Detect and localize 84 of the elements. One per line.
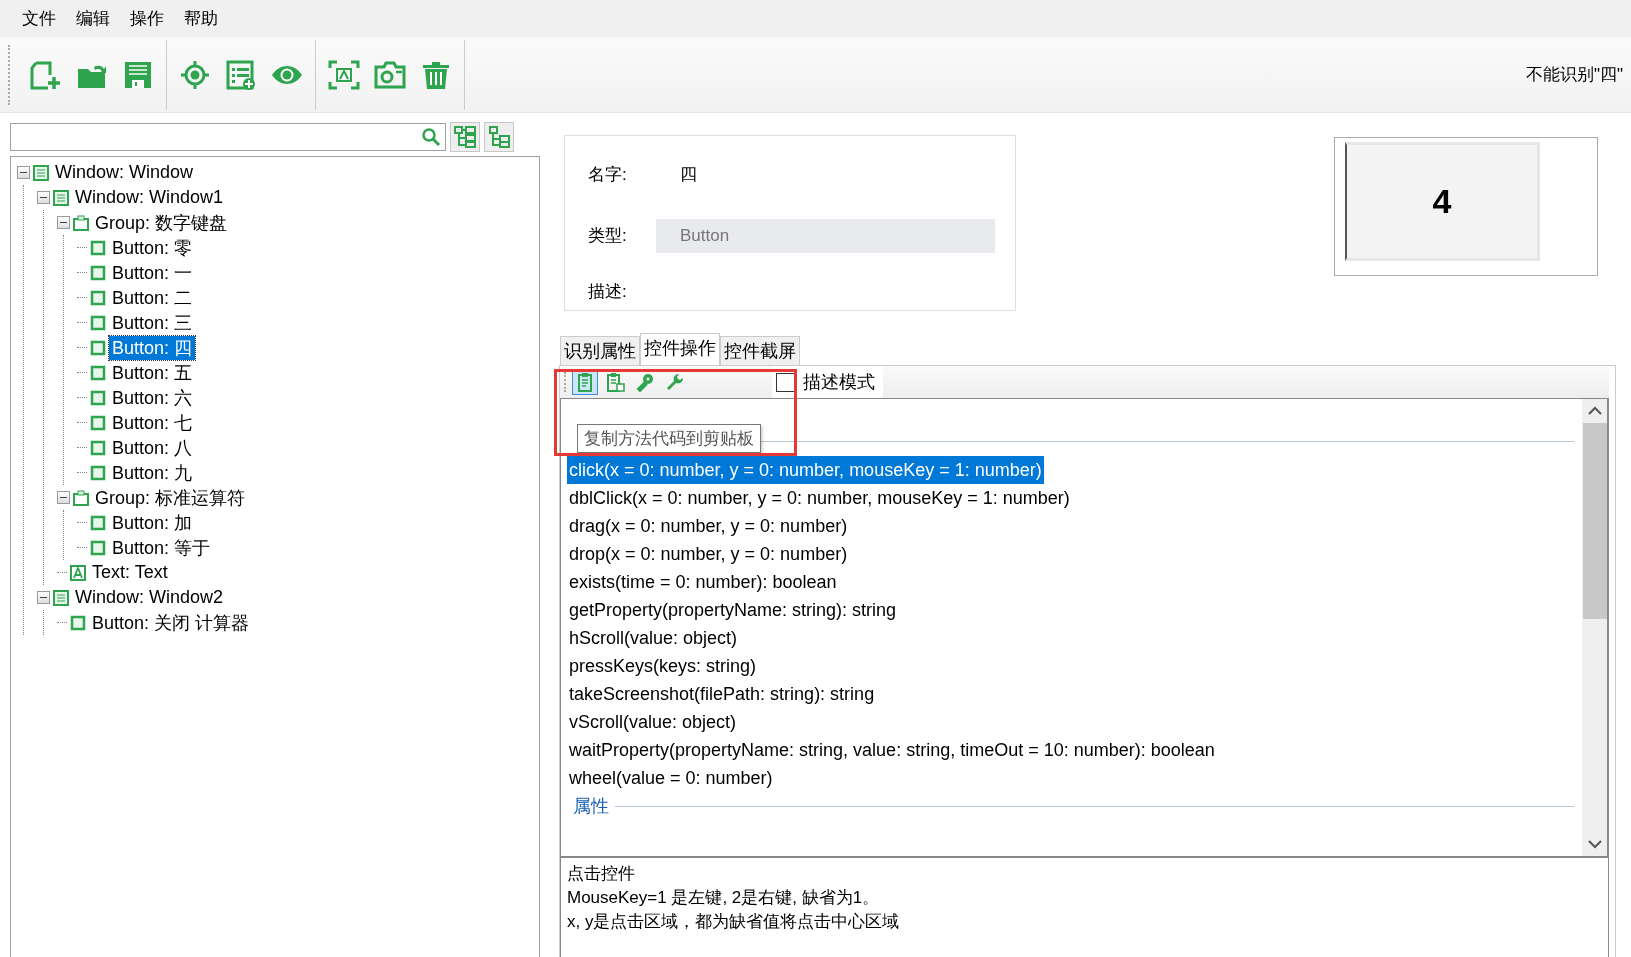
button-node-icon: [90, 389, 106, 406]
collapse-toggle[interactable]: [57, 491, 70, 504]
button-node-icon: [90, 239, 106, 256]
scroll-up-icon[interactable]: [1587, 406, 1602, 416]
collapse-toggle[interactable]: [37, 591, 50, 604]
search-icon[interactable]: [421, 127, 441, 147]
button-node-icon: [90, 464, 106, 481]
tooltip: 复制方法代码到剪贴板: [577, 424, 761, 453]
menu-item[interactable]: 编辑: [66, 3, 120, 34]
tree-item[interactable]: Button: 五: [109, 360, 196, 385]
collapse-toggle[interactable]: [17, 166, 30, 179]
tree-item[interactable]: Button: 加: [109, 510, 196, 535]
button-node-icon: [90, 289, 106, 306]
tree-item[interactable]: Window: Window: [52, 162, 197, 183]
tree-item[interactable]: Button: 九: [109, 460, 196, 485]
text-node-icon: [70, 564, 86, 581]
method-item[interactable]: drag(x = 0: number, y = 0: number): [567, 512, 850, 540]
collapse-toggle[interactable]: [57, 216, 70, 229]
tree-item[interactable]: Button: 四: [109, 335, 196, 360]
button-node-icon: [90, 539, 106, 556]
tab[interactable]: 识别属性: [560, 336, 640, 365]
method-item[interactable]: takeScreenshot(filePath: string): string: [567, 680, 877, 708]
window-icon: [53, 589, 69, 606]
list-add-icon[interactable]: [225, 58, 257, 91]
button-node-icon: [90, 414, 106, 431]
target-icon[interactable]: [179, 58, 211, 91]
method-item[interactable]: click(x = 0: number, y = 0: number, mouseKey = 1: number): [567, 456, 1044, 484]
group-icon: [73, 214, 89, 231]
method-item[interactable]: drop(x = 0: number, y = 0: number): [567, 540, 850, 568]
button-node-icon: [90, 314, 106, 331]
tree-item[interactable]: Button: 六: [109, 385, 196, 410]
tree-item[interactable]: Text: Text: [89, 562, 171, 583]
tab[interactable]: 控件截屏: [720, 336, 800, 365]
preview-caption: 4: [1345, 142, 1540, 261]
method-item[interactable]: vScroll(value: object): [567, 708, 739, 736]
section-header: 属性: [573, 795, 609, 818]
field-label: 名字:: [588, 164, 628, 186]
screen-capture-icon[interactable]: [328, 58, 360, 91]
group-icon: [73, 489, 89, 506]
collapse-all-button[interactable]: [484, 122, 514, 152]
button-node-icon: [90, 264, 106, 281]
tree-item[interactable]: Button: 八: [109, 435, 196, 460]
description-line: MouseKey=1 是左键, 2是右键, 缺省为1。: [567, 887, 881, 909]
window-icon: [53, 189, 69, 206]
button-node-icon: [90, 439, 106, 456]
method-item[interactable]: pressKeys(keys: string): [567, 652, 759, 680]
field-label: 描述:: [588, 280, 628, 303]
status-text: 不能识别"四": [1525, 64, 1623, 86]
scrollbar[interactable]: [1582, 399, 1607, 856]
button-node-icon: [90, 339, 106, 356]
tree-item[interactable]: Button: 二: [109, 285, 196, 310]
name-value: 四: [679, 164, 698, 186]
scroll-down-icon[interactable]: [1587, 839, 1602, 849]
method-item[interactable]: waitProperty(propertyName: string, value: string, timeOut = 10: number): boolean: [567, 736, 1217, 764]
tree-item[interactable]: Button: 零: [109, 235, 196, 260]
button-node-icon: [70, 614, 86, 631]
method-item[interactable]: dblClick(x = 0: number, y = 0: number, mouseKey = 1: number): [567, 484, 1072, 512]
method-item[interactable]: hScroll(value: object): [567, 624, 740, 652]
collapse-toggle[interactable]: [37, 191, 50, 204]
tree-item[interactable]: Button: 关闭 计算器: [89, 610, 253, 635]
button-node-icon: [90, 364, 106, 381]
method-item[interactable]: getProperty(propertyName: string): string: [567, 596, 899, 624]
field-label: 类型:: [588, 225, 628, 247]
tree-item[interactable]: Button: 等于: [109, 535, 214, 560]
type-field[interactable]: Button: [656, 218, 995, 253]
tree-item[interactable]: Group: 数字键盘: [92, 210, 231, 235]
menu-item[interactable]: 帮助: [174, 3, 228, 34]
tree-item[interactable]: Button: 一: [109, 260, 196, 285]
description-line: x, y是点击区域，都为缺省值将点击中心区域: [567, 911, 901, 933]
button-node-icon: [90, 514, 106, 531]
method-item[interactable]: wheel(value = 0: number): [567, 764, 775, 792]
search-field[interactable]: [10, 123, 446, 151]
tree-item[interactable]: Window: Window2: [72, 587, 227, 608]
description-line: 点击控件: [567, 863, 636, 885]
method-item[interactable]: exists(time = 0: number): boolean: [567, 568, 839, 596]
tree-item[interactable]: Group: 标准运算符: [92, 485, 249, 510]
expand-all-button[interactable]: [450, 122, 480, 152]
tree-item[interactable]: Button: 七: [109, 410, 196, 435]
tree-item[interactable]: Button: 三: [109, 310, 196, 335]
menu-item[interactable]: 操作: [120, 3, 174, 34]
tab[interactable]: 控件操作: [640, 333, 720, 365]
tree-item[interactable]: Window: Window1: [72, 187, 227, 208]
menu-item[interactable]: 文件: [12, 3, 66, 34]
window-icon: [33, 164, 49, 181]
